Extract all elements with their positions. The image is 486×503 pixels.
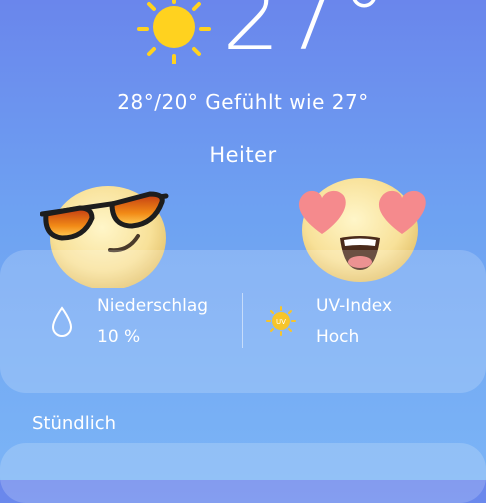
precipitation-label: Niederschlag <box>97 296 209 316</box>
details-divider <box>242 293 243 348</box>
sun-icon <box>137 0 211 64</box>
uv-badge-text: UV <box>276 318 286 326</box>
uv-index-label: UV-Index <box>316 296 393 316</box>
uv-index-value: Hoch <box>316 327 360 347</box>
uv-sun-icon: UV <box>266 306 296 336</box>
hourly-forecast-card[interactable] <box>0 443 486 503</box>
current-temperature: 27° <box>222 0 389 71</box>
precipitation-value: 10 % <box>97 327 141 347</box>
high-low-feels-like: 28°/20° Gefühlt wie 27° <box>0 90 486 114</box>
weather-condition: Heiter <box>209 143 277 167</box>
high-low-temperature: 28°/20° <box>117 90 199 114</box>
hourly-label: Stündlich <box>32 413 117 434</box>
water-drop-icon <box>51 306 73 337</box>
feels-like-temperature: Gefühlt wie 27° <box>205 90 369 114</box>
